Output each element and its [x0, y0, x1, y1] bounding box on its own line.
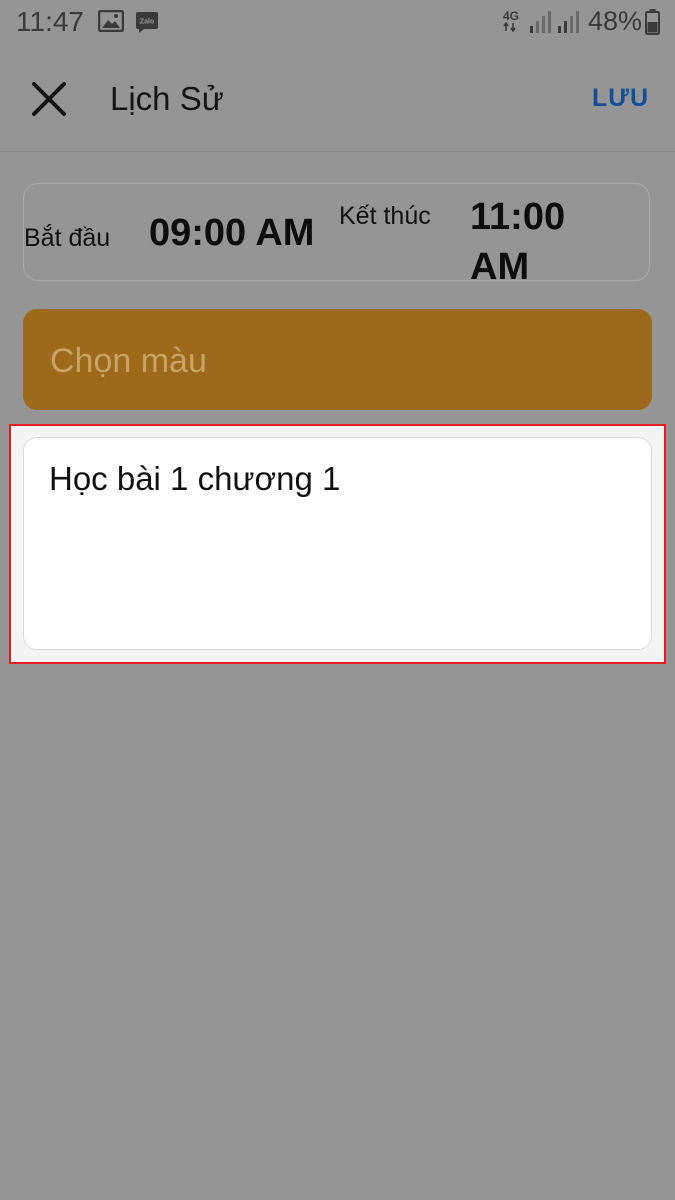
battery-percent: 48% — [588, 6, 643, 36]
choose-color-button[interactable]: Chọn màu — [23, 309, 652, 410]
zalo-icon: Zalo — [136, 12, 158, 33]
signal-strength-icon — [558, 11, 579, 33]
signal-strength-icon — [530, 11, 551, 33]
choose-color-label: Chọn màu — [50, 342, 207, 380]
app-bar: Lịch Sử LƯU — [0, 48, 675, 152]
close-icon[interactable] — [28, 78, 70, 120]
end-time-value[interactable]: 11:00 AM — [470, 192, 610, 292]
start-time-value[interactable]: 09:00 AM — [149, 212, 314, 255]
network-type: 4G — [503, 9, 520, 23]
end-label: Kết thúc — [339, 202, 431, 230]
gallery-icon — [98, 10, 124, 32]
start-label: Bắt đầu — [24, 224, 111, 252]
page-title: Lịch Sử — [110, 80, 224, 117]
note-text: Học bài 1 chương 1 — [49, 460, 341, 497]
save-button[interactable]: LƯU — [592, 84, 649, 113]
network-type-label: 4G — [503, 10, 519, 34]
status-time: 11:47 — [16, 6, 84, 37]
note-input[interactable]: Học bài 1 chương 1 — [23, 437, 652, 650]
zalo-icon-label: Zalo — [140, 19, 154, 26]
status-bar: 11:47 Zalo 4G 48% — [0, 0, 675, 48]
battery-icon — [645, 9, 660, 35]
data-arrows-icon — [503, 21, 516, 33]
time-range-card: Bắt đầu 09:00 AM Kết thúc 11:00 AM — [23, 183, 650, 288]
